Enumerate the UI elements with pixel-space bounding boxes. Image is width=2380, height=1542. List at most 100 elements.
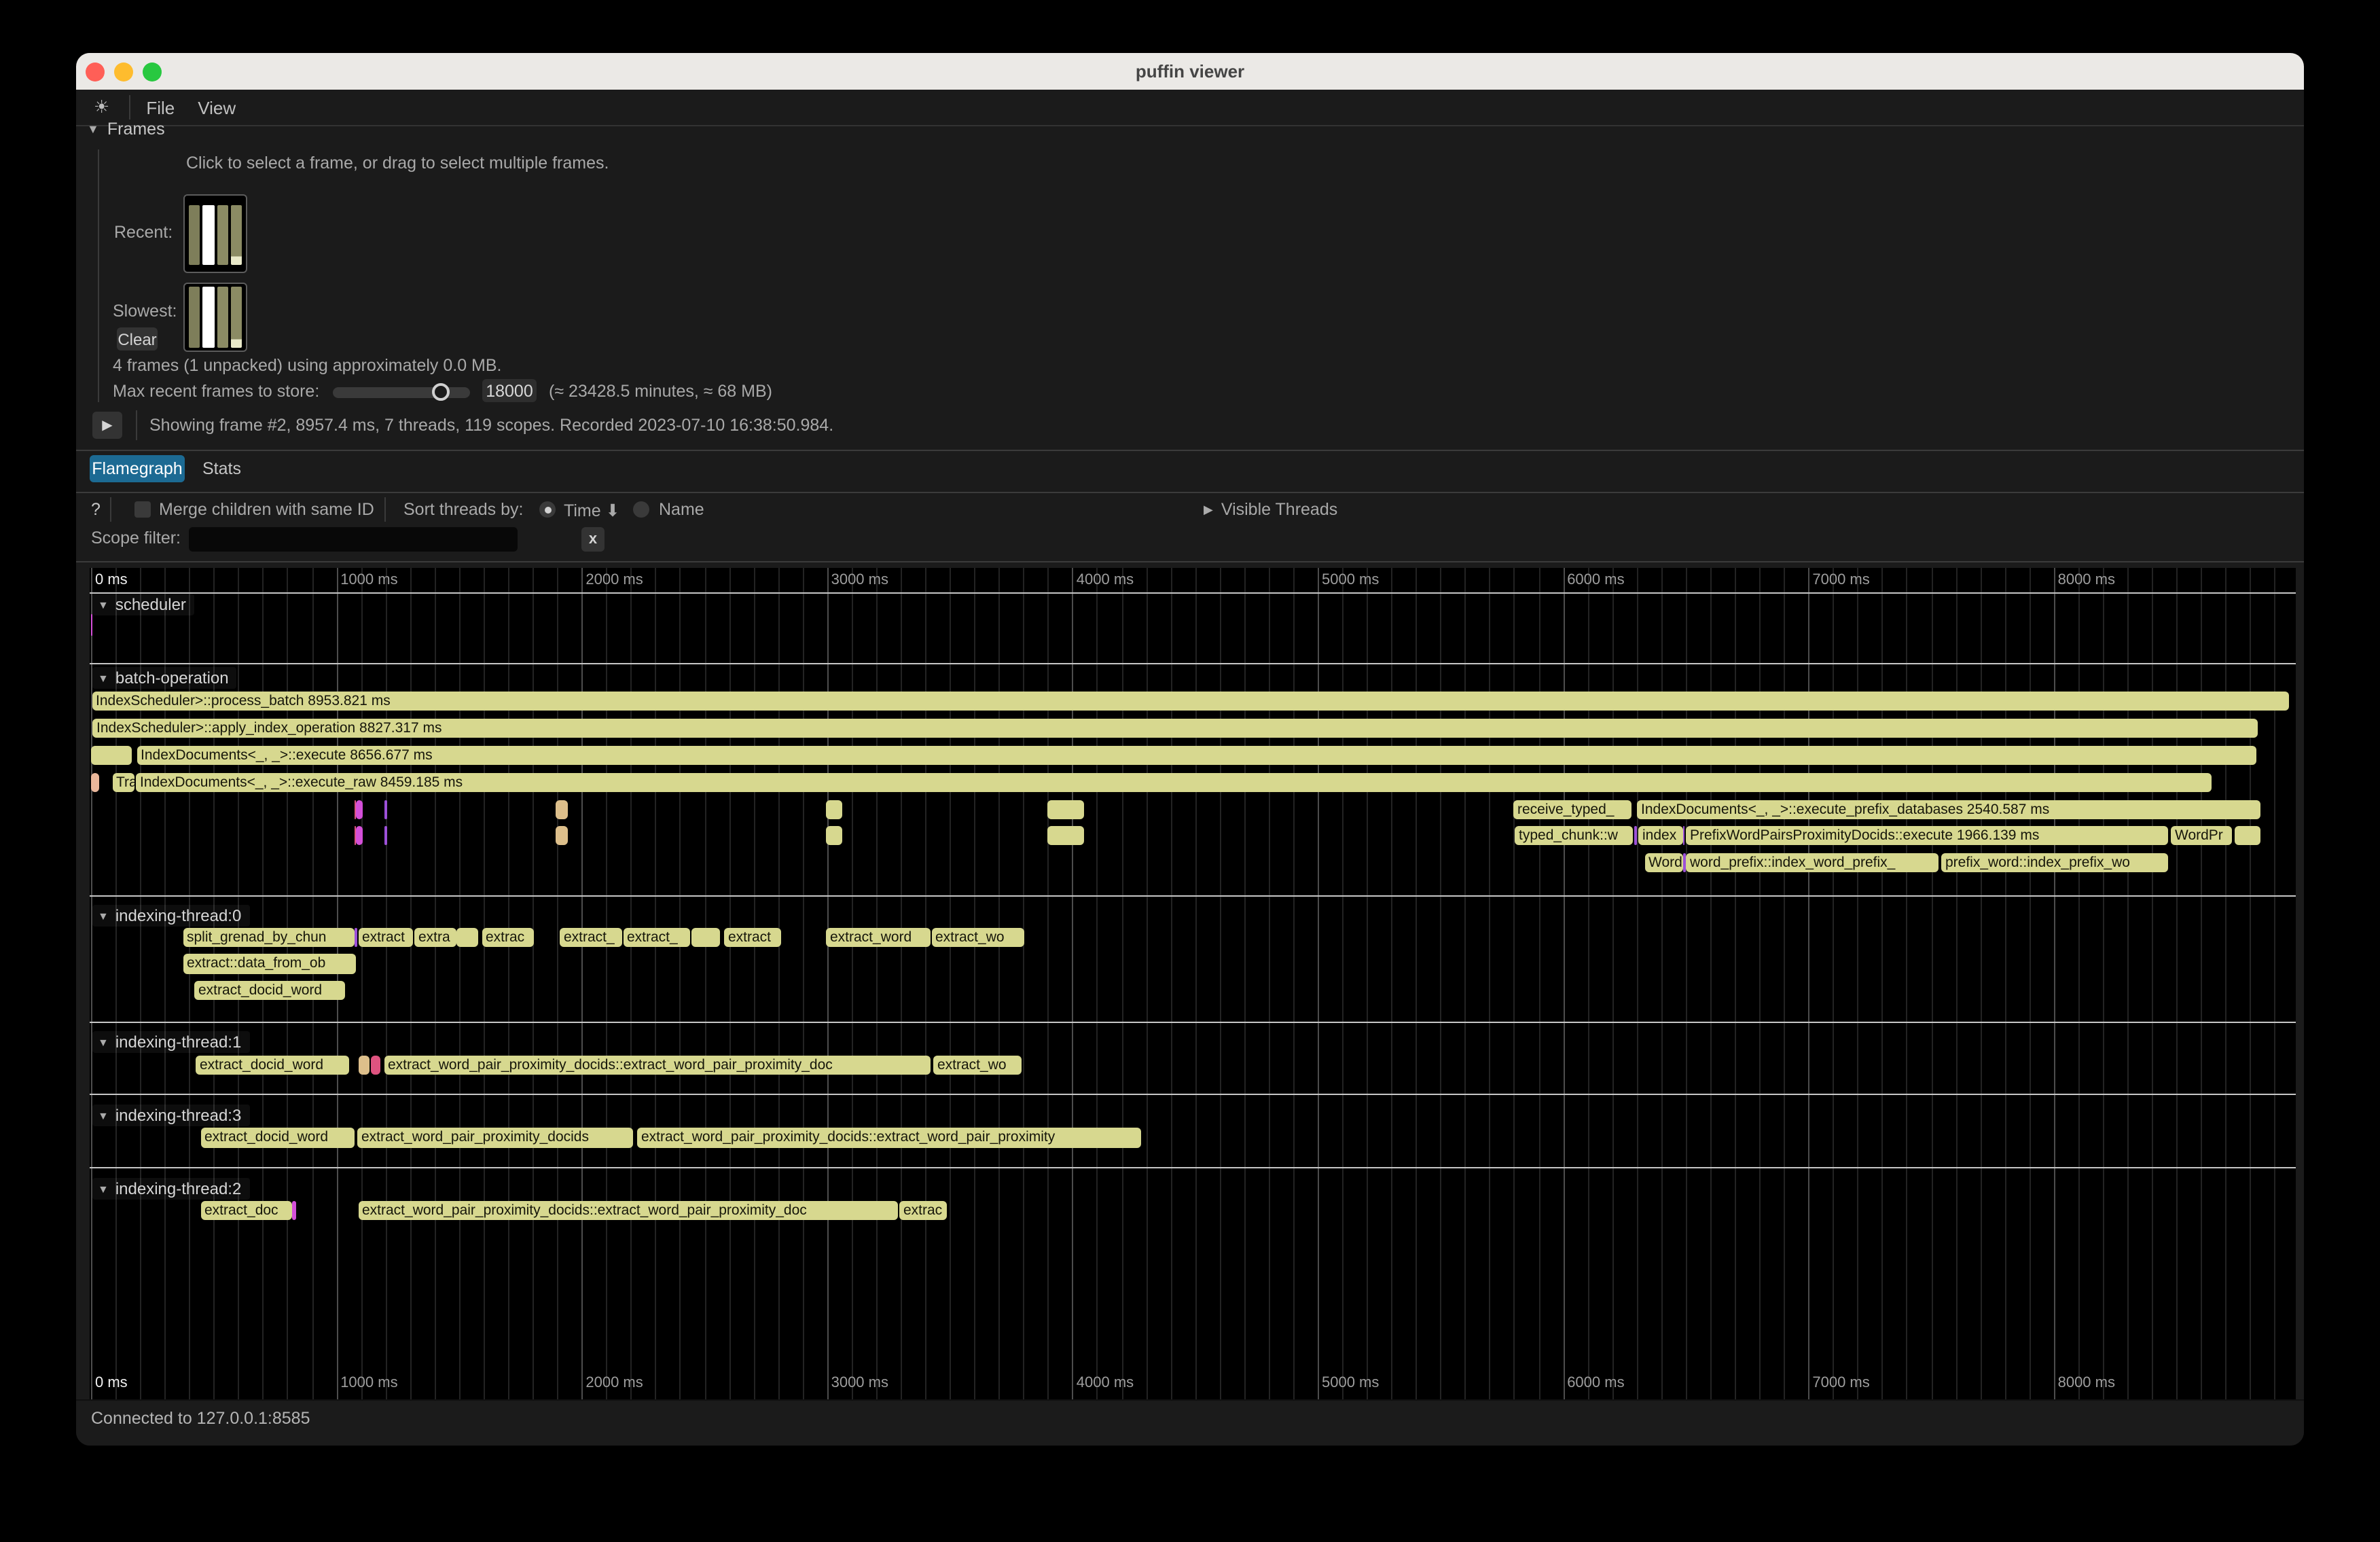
scope-bar[interactable]: WordPr <box>2171 825 2232 845</box>
scope-bar[interactable]: IndexDocuments<_, _>::execute_raw 8459.1… <box>136 772 2212 792</box>
frame-bar[interactable] <box>217 287 228 348</box>
close-button[interactable] <box>86 62 105 81</box>
scope-bar[interactable]: extract_ <box>623 927 689 947</box>
merge-children-checkbox[interactable] <box>134 501 151 518</box>
visible-threads-toggle[interactable]: ▶ Visible Threads <box>1204 500 1337 519</box>
menu-file[interactable]: File <box>146 97 175 118</box>
scope-bar[interactable]: extract <box>358 927 413 947</box>
flamegraph-canvas[interactable]: 0 ms1000 ms2000 ms3000 ms4000 ms5000 ms6… <box>90 568 2296 1399</box>
scope-bar[interactable] <box>556 825 567 845</box>
scope-filter-input[interactable] <box>189 527 518 552</box>
scope-bar[interactable]: extrac <box>482 927 533 947</box>
scope-bar[interactable] <box>91 772 99 792</box>
minimize-button[interactable] <box>114 62 133 81</box>
thread-header[interactable]: ▼indexing-thread:1 <box>92 1031 249 1053</box>
scope-bar[interactable]: extract_docid_word <box>194 980 345 1000</box>
menu-view[interactable]: View <box>198 97 236 118</box>
scope-bar[interactable] <box>1047 825 1083 845</box>
scope-bar[interactable] <box>356 800 362 819</box>
scope-bar[interactable]: Word <box>1644 853 1682 872</box>
frames-header[interactable]: ▼ Frames <box>87 120 165 139</box>
scope-bar[interactable]: IndexScheduler>::apply_index_operation 8… <box>92 718 2257 738</box>
thread-header[interactable]: ▼indexing-thread:3 <box>92 1105 249 1126</box>
scope-bar[interactable]: extract <box>724 927 780 947</box>
scope-bar[interactable]: extract_docid_word <box>196 1055 348 1075</box>
scope-bar[interactable]: extract_word_pair_proximity_docids <box>357 1128 633 1147</box>
scope-bar[interactable]: receive_typed_ <box>1513 800 1631 819</box>
thread-header[interactable]: ▼indexing-thread:2 <box>92 1178 249 1200</box>
thread-header[interactable]: ▼batch-operation <box>92 667 237 689</box>
scope-bar[interactable]: extra <box>414 927 456 947</box>
scope-bar[interactable]: split_grenad_by_chun <box>183 927 355 947</box>
maximize-button[interactable] <box>143 62 162 81</box>
collapse-expanded-icon: ▼ <box>98 1109 109 1122</box>
scope-bar[interactable]: extract::data_from_ob <box>183 954 356 973</box>
scope-bar[interactable] <box>358 1055 369 1075</box>
scope-bar[interactable] <box>1683 853 1685 872</box>
sort-time-radio[interactable] <box>539 501 556 518</box>
tab-flamegraph[interactable]: Flamegraph <box>90 455 185 482</box>
scope-bar[interactable] <box>355 927 357 947</box>
scope-bar[interactable] <box>2235 825 2260 845</box>
scope-bar[interactable] <box>1047 800 1083 819</box>
help-button[interactable]: ? <box>91 500 101 519</box>
frame-bar[interactable] <box>231 205 242 265</box>
scope-bar[interactable]: extract_wo <box>933 1055 1021 1075</box>
frame-bar[interactable] <box>189 287 200 348</box>
app-window: puffin viewer ☀ File View ▼ Frames Click… <box>76 53 2304 1446</box>
scope-bar[interactable] <box>826 825 842 845</box>
scope-bar[interactable] <box>90 614 93 636</box>
scope-bar[interactable]: extract_word_pair_proximity_docids::extr… <box>637 1128 1141 1147</box>
scope-bar[interactable]: IndexScheduler>::process_batch 8953.821 … <box>92 691 2288 711</box>
scope-bar[interactable] <box>384 825 387 845</box>
sort-name-radio[interactable] <box>633 501 649 518</box>
scope-bar[interactable]: Trans <box>112 772 134 792</box>
scope-bar[interactable]: extract_docid_word <box>200 1128 355 1147</box>
scope-bar[interactable]: extrac <box>899 1200 946 1220</box>
tab-stats[interactable]: Stats <box>202 455 241 482</box>
scope-bar[interactable] <box>826 800 842 819</box>
scope-bar[interactable]: index <box>1638 825 1682 845</box>
scope-bar[interactable] <box>456 927 478 947</box>
scope-bar[interactable]: extract_doc <box>200 1200 291 1220</box>
frame-bar[interactable] <box>203 287 215 348</box>
scope-bar[interactable] <box>556 800 567 819</box>
scope-bar[interactable]: IndexDocuments<_, _>::execute_prefix_dat… <box>1637 800 2260 819</box>
scope-bar[interactable]: PrefixWordPairsProximityDocids::execute … <box>1686 825 2168 845</box>
scope-bar[interactable]: extract_word <box>826 927 930 947</box>
scope-label: Trans <box>112 772 134 791</box>
scope-bar[interactable]: extract_word_pair_proximity_docids::extr… <box>384 1055 930 1075</box>
scope-bar[interactable] <box>291 1200 296 1220</box>
slider-knob[interactable] <box>432 383 450 401</box>
scope-bar[interactable]: word_prefix::index_word_prefix_ <box>1686 853 1939 872</box>
scope-label: extract_word_pair_proximity_docids::extr… <box>384 1055 930 1074</box>
scope-bar[interactable]: IndexDocuments<_, _>::execute 8656.677 m… <box>137 745 2256 765</box>
play-button[interactable]: ▶ <box>92 412 122 439</box>
frame-bar[interactable] <box>189 205 200 265</box>
scope-bar[interactable] <box>91 745 132 765</box>
scope-bar[interactable] <box>384 800 387 819</box>
scope-bar[interactable] <box>371 1055 380 1075</box>
scope-bar[interactable]: typed_chunk::w <box>1515 825 1632 845</box>
scope-bar[interactable] <box>1682 825 1684 845</box>
max-frames-value[interactable]: 18000 <box>482 379 537 402</box>
scope-bar[interactable]: extract_word_pair_proximity_docids::extr… <box>358 1200 897 1220</box>
frame-bar[interactable] <box>217 205 228 265</box>
scope-bar[interactable] <box>1634 825 1636 845</box>
frame-bar[interactable] <box>231 287 242 348</box>
ruler-tick-label: 1000 ms <box>340 572 397 588</box>
scope-bar[interactable]: extract_ <box>560 927 621 947</box>
clear-button[interactable]: Clear <box>117 327 158 351</box>
scope-bar[interactable]: extract_wo <box>931 927 1024 947</box>
thread-header[interactable]: ▼indexing-thread:0 <box>92 905 249 927</box>
recent-frames-thumbnail[interactable] <box>183 194 247 273</box>
scope-bar[interactable] <box>691 927 720 947</box>
scope-bar[interactable]: prefix_word::index_prefix_wo <box>1941 853 2168 872</box>
merge-children-label: Merge children with same ID <box>159 500 374 519</box>
thread-header[interactable]: ▼scheduler <box>92 594 194 615</box>
theme-toggle-icon[interactable]: ☀ <box>94 96 109 118</box>
scope-bar[interactable] <box>356 825 362 845</box>
clear-filter-button[interactable]: x <box>581 527 605 552</box>
slowest-frames-thumbnail[interactable] <box>183 283 247 352</box>
frame-bar[interactable] <box>203 205 215 265</box>
